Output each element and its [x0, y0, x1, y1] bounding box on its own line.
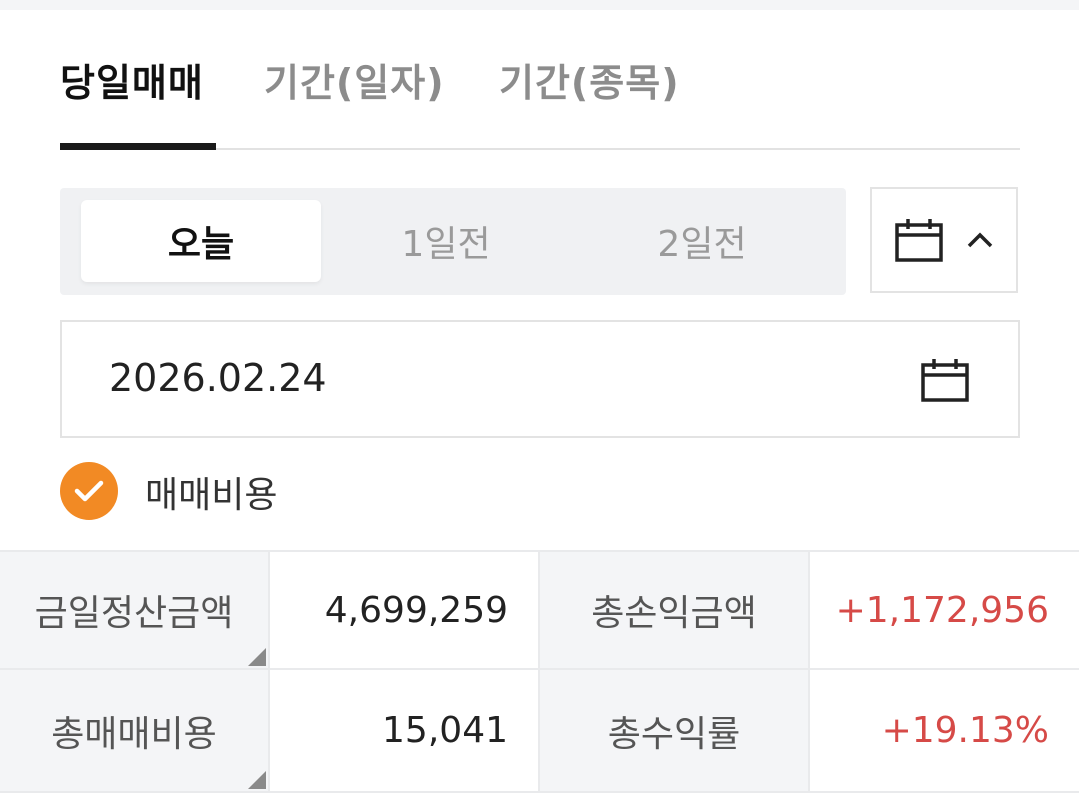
- active-tab-indicator: [60, 143, 216, 150]
- settlement-label-cell: 금일정산금액: [0, 552, 268, 668]
- corner-marker: [248, 771, 266, 789]
- table-col-divider: [808, 550, 810, 793]
- settlement-value: 4,699,259: [270, 552, 538, 668]
- total-pl-label: 총손익금액: [540, 552, 808, 668]
- tab-period-date[interactable]: 기간(일자): [264, 52, 445, 107]
- checkmark-icon: [74, 480, 104, 502]
- calendar-icon: [895, 219, 943, 262]
- date-value: 2026.02.24: [109, 356, 327, 400]
- tab-daily-trade[interactable]: 당일매매: [60, 52, 204, 107]
- day-option-today[interactable]: 오늘: [81, 200, 321, 282]
- chevron-up-icon: [967, 232, 993, 248]
- table-col-divider: [268, 550, 270, 793]
- tab-period-stock[interactable]: 기간(종목): [499, 52, 680, 107]
- date-field[interactable]: 2026.02.24: [60, 320, 1020, 438]
- calendar-toggle-button[interactable]: [870, 187, 1018, 293]
- corner-marker: [248, 648, 266, 666]
- table-col-divider: [538, 550, 540, 793]
- day-option-2-days-ago[interactable]: 2일전: [582, 200, 822, 282]
- trade-cost-checkbox-row: 매매비용: [60, 460, 460, 520]
- total-pl-value: +1,172,956: [810, 552, 1079, 668]
- trade-cost-label: 매매비용: [145, 475, 278, 516]
- total-cost-label-cell: 총매매비용: [0, 670, 268, 791]
- tab-bar: 당일매매 기간(일자) 기간(종목): [60, 52, 1020, 148]
- return-value: +19.13%: [810, 670, 1079, 791]
- summary-table: 금일정산금액 4,699,259 총손익금액 +1,172,956 총매매비용 …: [0, 550, 1079, 793]
- calendar-icon[interactable]: [920, 357, 970, 403]
- day-option-1-day-ago[interactable]: 1일전: [326, 200, 566, 282]
- total-cost-value: 15,041: [270, 670, 538, 791]
- return-label: 총수익률: [540, 670, 808, 791]
- top-strip: [0, 0, 1079, 10]
- settlement-label: 금일정산금액: [34, 593, 234, 634]
- total-cost-label: 총매매비용: [51, 713, 217, 755]
- day-selector: 오늘 1일전 2일전: [60, 188, 846, 295]
- trade-cost-checkbox[interactable]: [60, 462, 118, 520]
